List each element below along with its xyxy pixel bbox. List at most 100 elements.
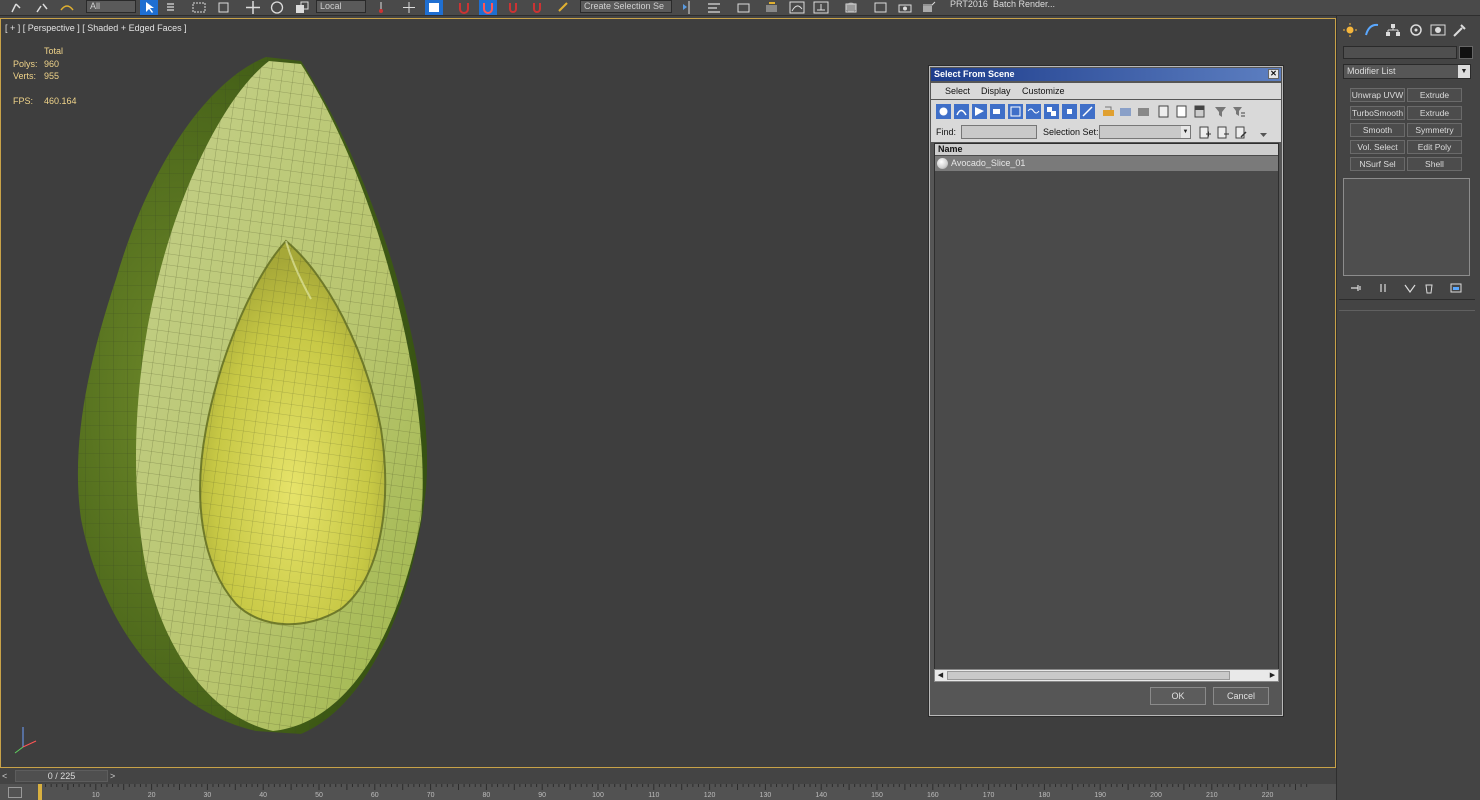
modifier-button-turbosmooth[interactable]: TurboSmooth [1350, 106, 1405, 120]
time-slider-next-button[interactable]: > [110, 770, 120, 782]
close-icon[interactable]: ✕ [1268, 69, 1279, 79]
modifier-button-nsurf-sel[interactable]: NSurf Sel [1350, 157, 1405, 171]
scrollbar-thumb[interactable] [947, 671, 1230, 680]
object-name-field[interactable] [1343, 46, 1457, 59]
display-lights-icon[interactable] [972, 104, 987, 119]
display-all-icon[interactable] [1156, 104, 1171, 119]
render-production-icon[interactable] [920, 0, 938, 15]
select-manipulate-icon[interactable] [400, 0, 418, 15]
track-bar[interactable]: 10 20 30 40 50 60 70 80 90 100 110 120 130 140 150 160 1… [0, 784, 1336, 800]
modifier-button-unwrap-uvw[interactable]: Unwrap UVW [1350, 88, 1405, 102]
layer-manager-icon[interactable] [735, 0, 753, 15]
selection-set-dropdown[interactable]: ▼ [1099, 125, 1191, 139]
angle-snap-icon[interactable] [479, 0, 497, 15]
display-cameras-icon[interactable] [990, 104, 1005, 119]
modifier-button-smooth[interactable]: Smooth [1350, 123, 1405, 137]
modifier-button-extrude[interactable]: Extrude [1407, 88, 1462, 102]
avocado-slice-model[interactable] [1, 19, 501, 768]
add-selection-set-icon[interactable] [1197, 125, 1212, 140]
select-and-link-icon[interactable] [8, 0, 26, 15]
pivot-center-icon[interactable] [372, 0, 390, 15]
select-by-name-icon[interactable] [164, 0, 182, 15]
selection-filter-dropdown[interactable]: All [86, 0, 136, 13]
time-slider-thumb[interactable]: 0 / 225 [15, 770, 108, 782]
collapse-options-icon[interactable] [1256, 127, 1271, 142]
column-header-name[interactable]: Name [935, 144, 1278, 155]
modify-tab-icon[interactable] [1363, 22, 1381, 38]
reference-coordinate-dropdown[interactable]: Local [316, 0, 366, 13]
display-xrefs-icon[interactable] [1062, 104, 1077, 119]
remove-modifier-icon[interactable] [1422, 282, 1436, 294]
menu-customize[interactable]: Customize [1022, 86, 1065, 96]
edit-named-selection-icon[interactable] [555, 0, 573, 15]
keyboard-shortcut-override-icon[interactable] [425, 0, 443, 15]
scale-icon[interactable] [293, 0, 311, 15]
display-geometry-icon[interactable] [936, 104, 951, 119]
prt-button[interactable]: PRT2016 [950, 0, 988, 14]
display-frozen-icon[interactable] [1118, 104, 1133, 119]
display-containers-icon[interactable] [1101, 104, 1116, 119]
modifier-button-shell[interactable]: Shell [1407, 157, 1462, 171]
menu-display[interactable]: Display [981, 86, 1011, 96]
menu-select[interactable]: Select [945, 86, 970, 96]
display-tab-icon[interactable] [1429, 22, 1447, 38]
curve-editor-icon[interactable] [788, 0, 806, 15]
rectangular-selection-icon[interactable] [190, 0, 208, 15]
modifier-list-dropdown[interactable]: Modifier List ▼ [1343, 64, 1471, 79]
snaps-toggle-icon[interactable] [455, 0, 473, 15]
create-tab-sun-icon[interactable] [1341, 22, 1359, 38]
filter-options-icon[interactable] [1231, 104, 1246, 119]
pin-stack-icon[interactable] [1349, 282, 1363, 294]
display-none-icon[interactable] [1174, 104, 1189, 119]
modifier-stack[interactable] [1343, 178, 1470, 276]
hierarchy-tab-icon[interactable] [1384, 22, 1402, 38]
motion-tab-icon[interactable] [1407, 22, 1425, 38]
remove-selection-set-icon[interactable] [1215, 125, 1230, 140]
batch-render-button[interactable]: Batch Render... [993, 0, 1055, 14]
configure-modifier-sets-icon[interactable] [1449, 282, 1463, 294]
list-item[interactable]: Avocado_Slice_01 [935, 156, 1278, 171]
move-icon[interactable] [244, 0, 262, 15]
show-end-result-icon[interactable] [1376, 282, 1390, 294]
display-helpers-icon[interactable] [1008, 104, 1023, 119]
display-hidden-icon[interactable] [1136, 104, 1151, 119]
display-shapes-icon[interactable] [954, 104, 969, 119]
mirror-icon[interactable] [680, 0, 698, 15]
scroll-left-icon[interactable]: ◀ [935, 670, 946, 681]
rendered-frame-window-icon[interactable] [896, 0, 914, 15]
unlink-icon[interactable] [33, 0, 51, 15]
rotate-icon[interactable] [268, 0, 286, 15]
display-bones-icon[interactable] [1080, 104, 1095, 119]
time-slider-prev-button[interactable]: < [2, 770, 12, 782]
filter-icon[interactable] [1213, 104, 1228, 119]
ok-button[interactable]: OK [1150, 687, 1206, 705]
horizontal-scrollbar[interactable]: ◀ ▶ [934, 669, 1279, 682]
object-color-swatch[interactable] [1459, 46, 1473, 59]
align-icon[interactable] [705, 0, 723, 15]
named-selection-sets-dropdown[interactable]: Create Selection Se [580, 0, 672, 13]
utilities-tab-icon[interactable] [1451, 22, 1469, 38]
material-editor-icon[interactable] [842, 0, 860, 15]
time-slider[interactable]: < 0 / 225 > [0, 770, 1336, 783]
percent-snap-icon[interactable] [504, 0, 522, 15]
modifier-button-extrude-2[interactable]: Extrude [1407, 106, 1462, 120]
display-invert-icon[interactable] [1192, 104, 1207, 119]
modifier-button-edit-poly[interactable]: Edit Poly [1407, 140, 1462, 154]
modifier-button-vol-select[interactable]: Vol. Select [1350, 140, 1405, 154]
modifier-button-symmetry[interactable]: Symmetry [1407, 123, 1462, 137]
display-groups-icon[interactable] [1044, 104, 1059, 119]
display-space-warps-icon[interactable] [1026, 104, 1041, 119]
make-unique-icon[interactable] [1403, 282, 1417, 294]
cancel-button[interactable]: Cancel [1213, 687, 1269, 705]
render-setup-icon[interactable] [872, 0, 890, 15]
edit-selection-set-icon[interactable] [1233, 125, 1248, 140]
window-crossing-icon[interactable] [215, 0, 233, 15]
dialog-title-bar[interactable]: Select From Scene ✕ [931, 68, 1281, 81]
scene-object-list[interactable]: Name Avocado_Slice_01 [934, 143, 1279, 681]
bind-space-warp-icon[interactable] [58, 0, 76, 15]
scroll-right-icon[interactable]: ▶ [1267, 670, 1278, 681]
scene-explorer-icon[interactable] [763, 0, 781, 15]
spinner-snap-icon[interactable] [528, 0, 546, 15]
current-frame-marker[interactable] [38, 784, 42, 800]
find-input[interactable] [961, 125, 1037, 139]
